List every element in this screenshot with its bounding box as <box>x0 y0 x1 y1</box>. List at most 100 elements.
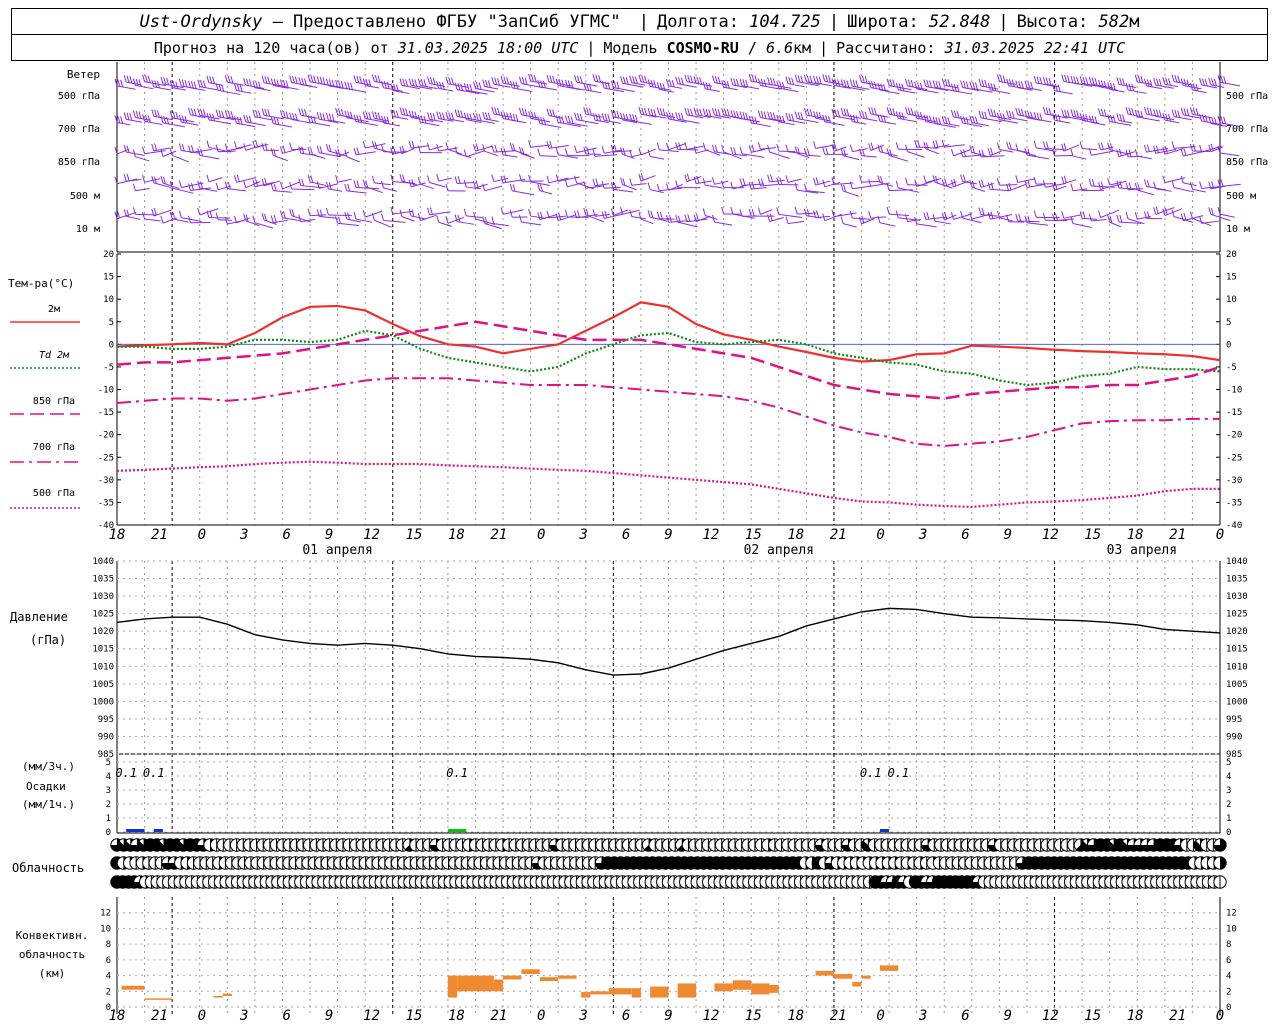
precip-ylabel-3h: (мм/3ч.) <box>22 760 75 773</box>
conv-bar <box>503 975 522 980</box>
wind-barb-shaft <box>925 85 949 92</box>
wind-barb-feather <box>319 76 323 85</box>
wind-barb-feather <box>331 113 335 122</box>
temp-ytick-label: -30 <box>98 476 114 486</box>
wind-barb-feather <box>381 180 385 189</box>
time-tick-label: 12 <box>363 1008 380 1024</box>
wind-barb-feather <box>362 78 366 86</box>
wind-barb-shaft <box>447 148 463 155</box>
wind-barb-shaft <box>1219 152 1240 157</box>
wind-barb-feather <box>230 111 234 119</box>
wind-barb-feather <box>1027 81 1031 89</box>
wind-barb-feather <box>960 115 964 124</box>
wind-barb-feather <box>337 108 341 116</box>
wind-barb-feather <box>871 107 875 115</box>
time-tick-label: 21 <box>490 1008 507 1024</box>
wind-barb-shaft <box>833 212 857 218</box>
wind-barb-feather <box>1088 213 1092 221</box>
wind-barb-feather <box>436 173 440 182</box>
wind-barb-feather <box>717 109 721 117</box>
wind-barb-feather <box>898 111 902 120</box>
wind-barb-feather <box>466 113 470 121</box>
wind-barb-feather <box>344 81 348 89</box>
wind-barb-feather <box>840 107 844 116</box>
wind-barb-shaft <box>613 87 635 92</box>
wind-barb-feather <box>338 216 342 224</box>
wind-barb-feather <box>684 174 688 182</box>
wind-barb-shaft <box>484 86 499 90</box>
conv-ytick-label: 2 <box>106 987 111 997</box>
wind-barb-shaft <box>337 222 359 227</box>
temp-legend-label: 700 гПа <box>33 442 75 453</box>
wind-barb-feather <box>1057 114 1061 122</box>
wind-barb-feather <box>570 80 574 89</box>
wind-barb-feather <box>1048 107 1052 116</box>
wind-barb-feather <box>886 206 890 215</box>
wind-barb-feather <box>699 108 703 116</box>
wind-barb-feather <box>1122 114 1126 122</box>
wind-barb-feather <box>929 80 932 88</box>
wind-barb-feather <box>371 175 375 184</box>
wind-barb-shaft <box>502 154 518 158</box>
wind-barb-feather <box>708 109 712 117</box>
conv-bar <box>815 970 834 976</box>
wind-barb-feather <box>629 75 633 83</box>
wind-barb-feather <box>1199 77 1203 86</box>
wind-barb-shaft <box>769 151 790 159</box>
wind-barb-shaft <box>990 89 1011 94</box>
wind-barb-feather <box>574 175 578 184</box>
wind-barb-feather <box>772 112 776 120</box>
wind-barb-feather <box>1088 178 1092 187</box>
wind-barb-feather <box>751 208 755 217</box>
wind-barb-feather <box>190 182 194 191</box>
wind-barb-feather <box>781 115 785 123</box>
wind-barb-shaft <box>539 155 557 157</box>
wind-barb-shaft <box>714 180 729 185</box>
temp-ytick-label: 20 <box>1226 250 1237 260</box>
wind-barb-shaft <box>273 123 293 128</box>
wind-barb-feather <box>849 210 853 219</box>
wind-barb-feather <box>151 109 155 117</box>
wind-barb-feather <box>427 207 430 215</box>
wind-barb-feather <box>1063 175 1067 183</box>
wind-barb-shaft <box>852 217 871 220</box>
wind-barb-feather <box>267 76 271 84</box>
temp-ytick-label: -30 <box>1226 476 1242 486</box>
wind-barb-feather <box>273 183 277 192</box>
wind-barb-feather <box>1146 179 1150 187</box>
wind-barb-feather <box>261 75 265 83</box>
wind-barb-feather <box>509 183 513 192</box>
temp-ytick-label: 20 <box>103 250 114 260</box>
wind-barb-feather <box>711 75 715 83</box>
wind-barb-feather <box>1039 76 1043 85</box>
wind-barb-feather <box>117 210 120 219</box>
wind-barb-feather <box>215 109 219 117</box>
wind-barb-feather <box>1011 111 1015 119</box>
wind-barb-shaft <box>815 215 830 219</box>
wind-barb-feather <box>917 111 920 119</box>
wind-barb-feather <box>1018 213 1022 222</box>
wind-barb-feather <box>978 207 982 215</box>
wind-barb-feather <box>457 82 461 91</box>
precip-bar <box>879 829 890 832</box>
wind-barb-feather <box>537 79 541 87</box>
wind-barb-feather <box>895 111 899 119</box>
wind-barb-feather <box>1149 79 1153 88</box>
wind-barb-shaft <box>907 151 925 158</box>
wind-barb-shaft <box>438 177 452 182</box>
wind-barb-feather <box>770 174 774 182</box>
wind-barb-shaft <box>797 118 819 123</box>
wind-barb-feather <box>981 111 985 119</box>
time-tick-label: 0 <box>876 1008 884 1024</box>
wind-barb-feather <box>1006 141 1010 149</box>
wind-barb-shaft <box>521 221 542 226</box>
press-ytick-label: 1025 <box>92 610 114 620</box>
time-tick-label: 15 <box>1084 527 1101 543</box>
precip-amount-label: 0.1 <box>860 766 882 780</box>
conv-bar <box>751 983 770 995</box>
wind-barb-feather <box>344 183 348 191</box>
wind-barb-feather <box>905 144 908 152</box>
wind-barb-feather <box>239 117 243 125</box>
press-ytick-label: 990 <box>98 732 114 742</box>
press-ytick-label: 1030 <box>1226 592 1248 602</box>
